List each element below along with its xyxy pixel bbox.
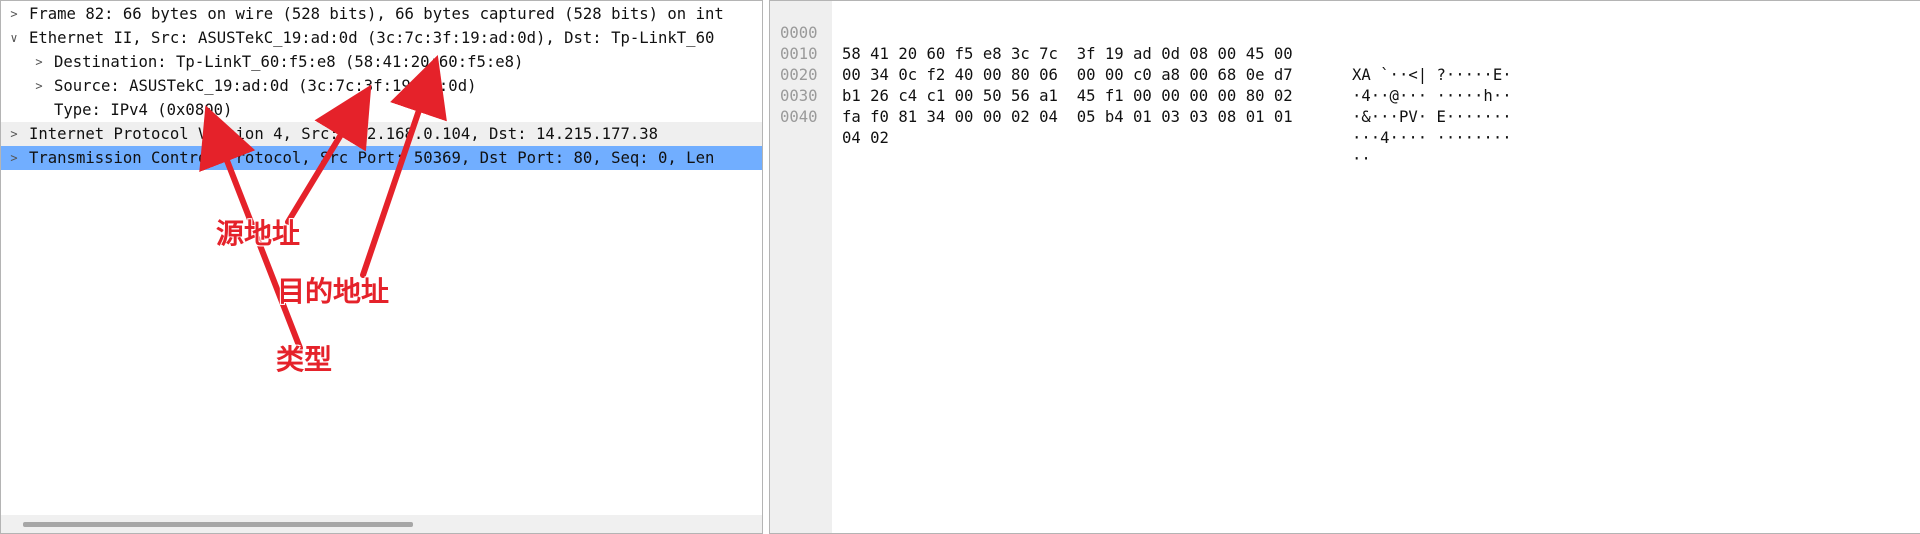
arrow-to-source (285, 84, 372, 225)
annotation-arrows (199, 54, 447, 351)
annotation-type-label: 类型 (276, 343, 333, 376)
annotation-destination-label: 目的地址 (277, 275, 390, 308)
arrow-to-destination (360, 54, 447, 278)
annotation-source-label: 源地址 (216, 217, 301, 250)
